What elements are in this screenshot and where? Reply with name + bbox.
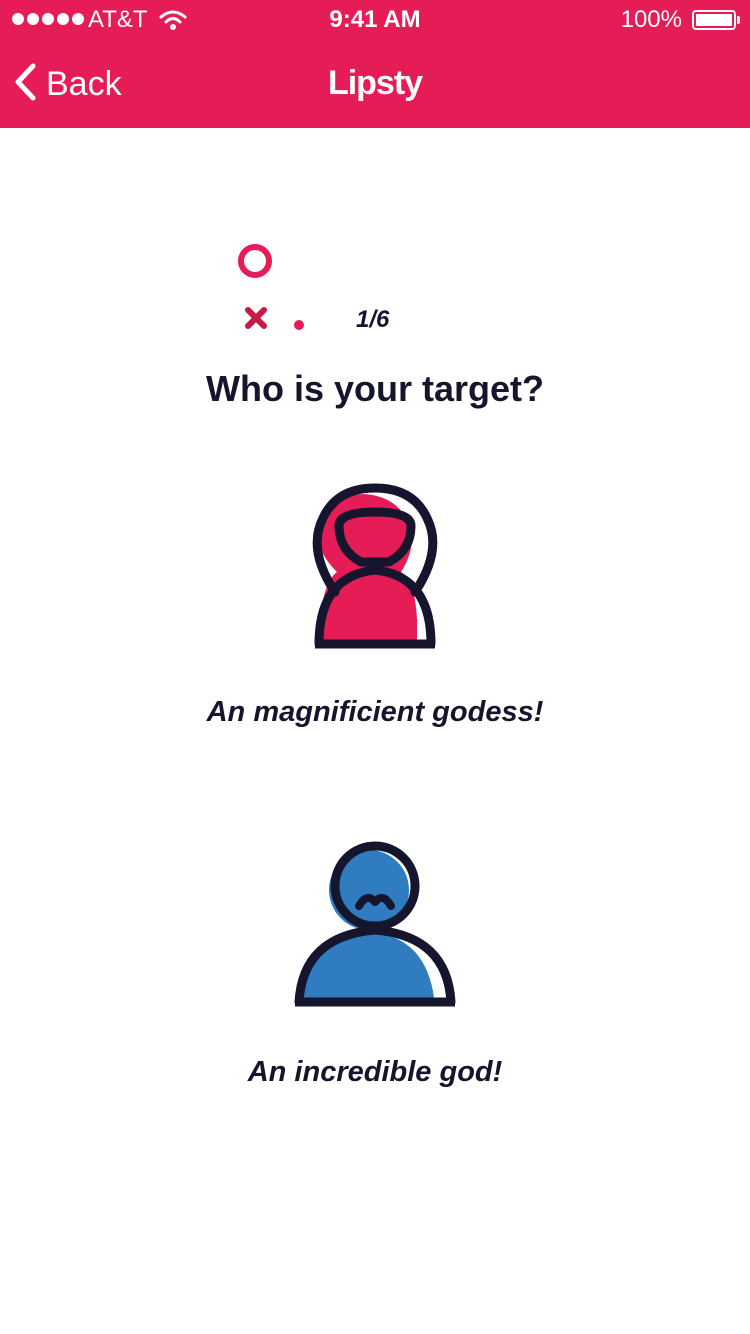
app-header: AT&T 9:41 AM 100% Back Lipsty [0,0,750,128]
app-logo-title: Lipsty [327,64,423,102]
battery-icon [692,10,736,30]
male-avatar-icon [0,840,750,1010]
option-goddess[interactable]: An magnificient godess! [0,480,750,740]
option-label: An incredible god! [247,1056,503,1088]
status-bar: AT&T 9:41 AM 100% [0,0,750,40]
female-avatar-icon [0,480,750,650]
battery-cap [737,16,740,24]
option-label: An magnificient godess! [206,696,544,728]
option-god[interactable]: An incredible god! [0,840,750,1100]
decorative-ring-icon [238,244,272,278]
step-indicator: 1/6 [356,306,390,333]
battery-level [696,14,732,26]
decorative-cross-icon [244,306,268,335]
question-title: Who is your target? [205,368,544,409]
battery-percentage: 100% [620,6,682,33]
decorative-dot-icon [294,320,304,330]
